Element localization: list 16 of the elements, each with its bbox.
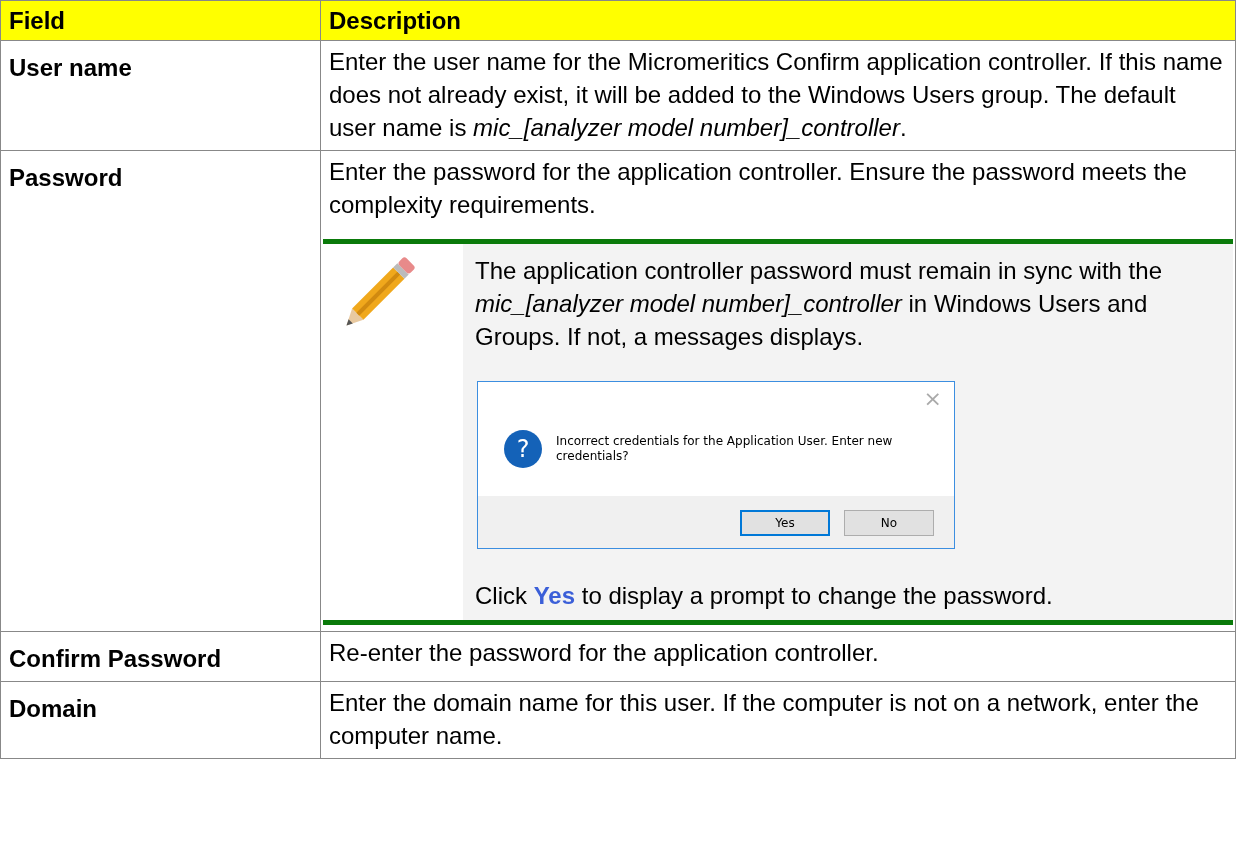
note-text: The application controller password must remain in sync with the mic_[analyzer model number]_controller in Windows Users and Groups. If not, a messages displays. xyxy=(475,256,1163,352)
column-header: Description xyxy=(320,0,1236,41)
field-name: User name xyxy=(0,40,321,151)
field-description: Enter the user name for the Micromeritics Confirm application controller. If this name does not already exist, it will be added to the Windows Users group. The default user name is mic_[analyzer model number]_controller. xyxy=(320,40,1236,151)
field-description: Re-enter the password for the application controller. xyxy=(320,631,1236,682)
dialog-button[interactable]: No xyxy=(844,510,934,536)
column-header: Field xyxy=(0,0,321,41)
field-name: Domain xyxy=(0,681,321,759)
note-text: Click Yes to display a prompt to change the password. xyxy=(475,581,1054,611)
field-name: Password xyxy=(0,150,321,632)
field-name: Confirm Password xyxy=(0,631,321,682)
dialog-message: Incorrect credentials for the Application User. Enter new credentials? xyxy=(556,434,894,464)
question-icon: ? xyxy=(504,430,542,468)
field-description: Enter the domain name for this user. If the computer is not on a network, enter the computer name. xyxy=(320,681,1236,759)
dialog-button[interactable]: Yes xyxy=(740,510,830,536)
field-description: Enter the password for the application controller. Ensure the password meets the complexity requirements. xyxy=(329,157,1188,220)
